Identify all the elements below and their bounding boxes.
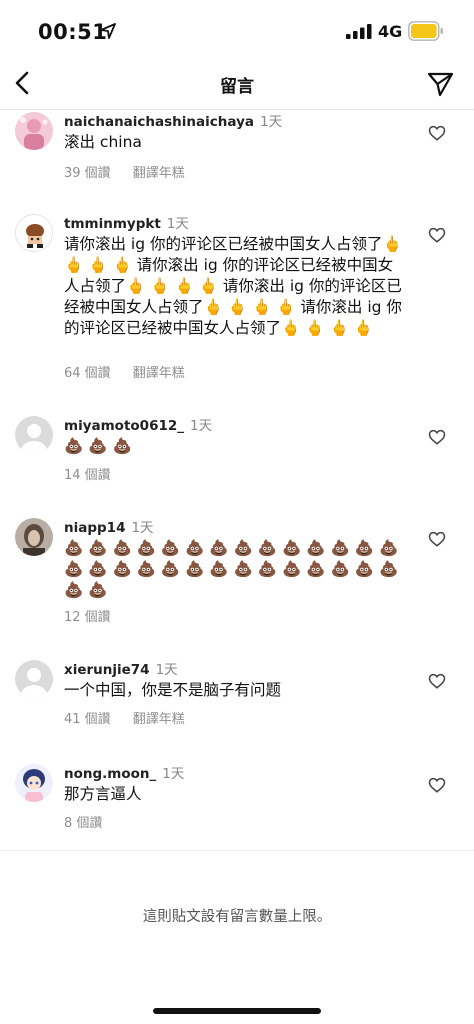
comment-meta: 64 個讚 翻譯年糕	[64, 362, 185, 381]
location-arrow-icon	[100, 23, 116, 39]
comment-time: 1天	[131, 520, 154, 536]
nav-bar: 留言	[0, 58, 474, 110]
avatar[interactable]	[15, 660, 53, 698]
comment-text: 滚出 china	[64, 133, 142, 151]
comment-time: 1天	[162, 766, 185, 782]
heart-icon[interactable]	[428, 776, 446, 794]
likes-count[interactable]: 41 個讚	[64, 712, 111, 727]
comment-username[interactable]: miyamoto0612_ 1天	[64, 414, 212, 434]
default-avatar-icon	[15, 660, 53, 698]
comment-meta: 14 個讚	[64, 464, 111, 483]
comment-username[interactable]: tmminmypkt 1天	[64, 212, 189, 232]
avatar[interactable]	[15, 112, 53, 150]
comment-item: niapp14 1天 💩 💩 💩 💩 💩 💩 💩 💩 💩 💩 💩 💩 💩 💩 💩 …	[0, 514, 474, 644]
footer-divider	[0, 850, 474, 851]
avatar[interactable]	[15, 518, 53, 556]
comment-text: 请你滚出 ig 你的评论区已经被中国女人占领了🖕 🖕 🖕 🖕 请你滚出 ig 你…	[64, 235, 402, 337]
username-text[interactable]: niapp14	[64, 520, 125, 536]
status-bar: 00:51 4G	[0, 0, 474, 58]
likes-count[interactable]: 12 個讚	[64, 610, 111, 625]
signal-icon	[346, 24, 372, 39]
comment-time: 1天	[155, 662, 178, 678]
likes-count[interactable]: 8 個讚	[64, 816, 102, 831]
page-title: 留言	[220, 77, 254, 97]
comment-time: 1天	[190, 418, 213, 434]
translate-link[interactable]: 翻譯年糕	[133, 166, 185, 181]
send-icon[interactable]	[426, 70, 454, 98]
avatar-image	[16, 215, 52, 251]
likes-count[interactable]: 39 個讚	[64, 166, 111, 181]
avatar[interactable]	[15, 764, 53, 802]
comment-meta: 39 個讚 翻譯年糕	[64, 162, 185, 181]
avatar-image	[15, 764, 53, 802]
default-avatar-icon	[15, 416, 53, 454]
comment-item: tmminmypkt 1天 请你滚出 ig 你的评论区已经被中国女人占领了🖕 🖕 …	[0, 210, 474, 400]
heart-icon[interactable]	[428, 672, 446, 690]
comment-item: miyamoto0612_ 1天 💩 💩 💩 14 個讚	[0, 412, 474, 502]
username-text[interactable]: xierunjie74	[64, 662, 150, 678]
likes-count[interactable]: 64 個讚	[64, 366, 111, 381]
comment-time: 1天	[259, 114, 283, 130]
username-text[interactable]: nong.moon_	[64, 766, 156, 782]
translate-link[interactable]: 翻譯年糕	[133, 712, 185, 727]
avatar-image	[15, 112, 53, 150]
network-label: 4G	[378, 22, 403, 41]
comment-item: nong.moon_ 1天 那方言逼人 8 個讚	[0, 760, 474, 840]
battery-icon	[408, 21, 443, 41]
comment-item: naichanaichashinaichaya 1天 滚出 china 39 個讚…	[0, 108, 474, 198]
username-text[interactable]: naichanaichashinaichaya	[64, 114, 254, 130]
heart-icon[interactable]	[428, 226, 446, 244]
comment-username[interactable]: niapp14 1天	[64, 516, 154, 536]
avatar[interactable]	[15, 214, 53, 252]
status-time: 00:51	[38, 20, 108, 44]
comment-text: 💩 💩 💩	[64, 437, 132, 455]
avatar[interactable]	[15, 416, 53, 454]
comment-username[interactable]: naichanaichashinaichaya 1天	[64, 110, 282, 130]
comment-meta: 8 個讚	[64, 812, 102, 831]
comment-meta: 12 個讚	[64, 606, 111, 625]
comment-username[interactable]: xierunjie74 1天	[64, 658, 178, 678]
translate-link[interactable]: 翻譯年糕	[133, 366, 185, 381]
comment-username[interactable]: nong.moon_ 1天	[64, 762, 184, 782]
comment-item: xierunjie74 1天 一个中国，你是不是脑子有问题 41 個讚 翻譯年糕	[0, 656, 474, 746]
comment-text: 一个中国，你是不是脑子有问题	[64, 681, 282, 699]
comment-text: 那方言逼人	[64, 785, 142, 803]
comment-meta: 41 個讚 翻譯年糕	[64, 708, 185, 727]
heart-icon[interactable]	[428, 530, 446, 548]
username-text[interactable]: tmminmypkt	[64, 216, 161, 232]
comment-limit-note: 這則貼文設有留言數量上限。	[142, 909, 332, 925]
comment-text: 💩 💩 💩 💩 💩 💩 💩 💩 💩 💩 💩 💩 💩 💩 💩 💩 💩 💩 💩 💩 …	[64, 539, 399, 599]
heart-icon[interactable]	[428, 124, 446, 142]
home-indicator[interactable]	[153, 1008, 321, 1014]
heart-icon[interactable]	[428, 428, 446, 446]
username-text[interactable]: miyamoto0612_	[64, 418, 184, 434]
comment-time: 1天	[166, 216, 189, 232]
likes-count[interactable]: 14 個讚	[64, 468, 111, 483]
avatar-image	[15, 518, 53, 556]
